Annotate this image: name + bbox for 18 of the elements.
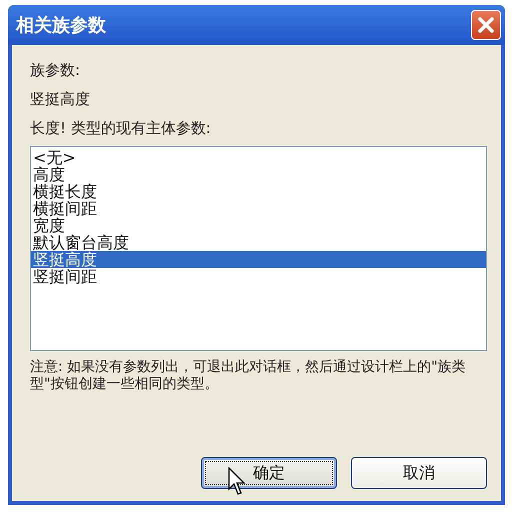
list-item[interactable]: 横挺间距 xyxy=(31,200,486,217)
list-item[interactable]: 默认窗台高度 xyxy=(31,234,486,251)
dialog-button[interactable]: 确定 xyxy=(201,457,337,489)
field-label: 族参数: xyxy=(30,61,82,80)
dialog-button[interactable]: 取消 xyxy=(351,457,487,489)
list-item[interactable]: 横挺长度 xyxy=(31,183,486,200)
mouse-pointer-icon xyxy=(228,467,246,495)
list-item[interactable]: <无> xyxy=(31,149,486,166)
note-text: 注意: 如果没有参数列出，可退出此对话框，然后通过设计栏上的"族类型"按钮创建一些相同的类型。 xyxy=(30,359,467,393)
list-item[interactable]: 宽度 xyxy=(31,217,486,234)
close-icon xyxy=(477,16,495,34)
list-label: 长度! 类型的现有主体参数: xyxy=(30,119,212,138)
list-item[interactable]: 竖挺间距 xyxy=(31,268,486,285)
list-item[interactable]: 竖挺高度 xyxy=(31,251,486,268)
close-button[interactable] xyxy=(471,10,501,40)
list-item[interactable]: 高度 xyxy=(31,166,486,183)
window-title: 相关族参数 xyxy=(16,14,106,37)
field-value: 竖挺高度 xyxy=(30,90,91,109)
